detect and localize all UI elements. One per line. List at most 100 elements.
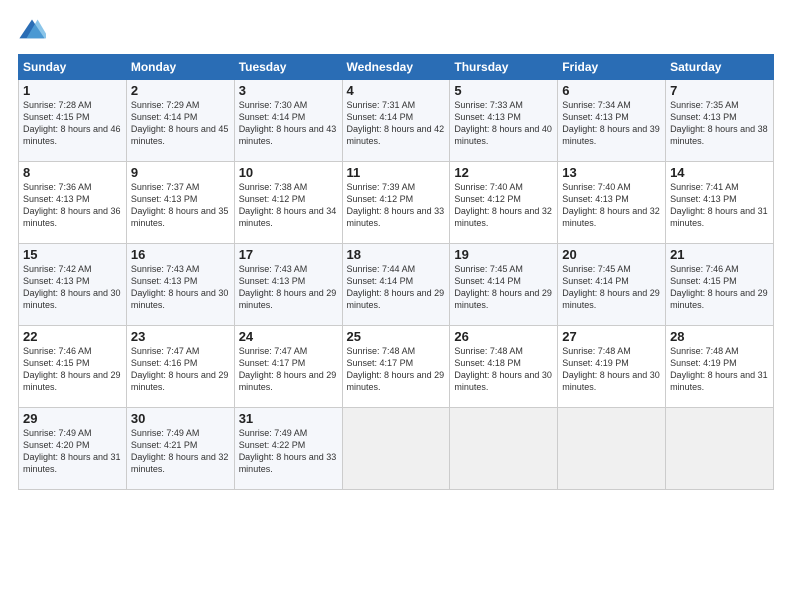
cell-info: Sunrise: 7:45 AMSunset: 4:14 PMDaylight:…: [562, 263, 661, 312]
cell-info: Sunrise: 7:34 AMSunset: 4:13 PMDaylight:…: [562, 99, 661, 148]
weekday-header: Sunday: [19, 55, 127, 80]
calendar-cell: 25 Sunrise: 7:48 AMSunset: 4:17 PMDaylig…: [342, 326, 450, 408]
calendar-cell: [666, 408, 774, 490]
day-number: 4: [347, 83, 446, 98]
calendar-week: 8 Sunrise: 7:36 AMSunset: 4:13 PMDayligh…: [19, 162, 774, 244]
cell-info: Sunrise: 7:46 AMSunset: 4:15 PMDaylight:…: [23, 345, 122, 394]
cell-info: Sunrise: 7:40 AMSunset: 4:12 PMDaylight:…: [454, 181, 553, 230]
day-number: 5: [454, 83, 553, 98]
day-number: 11: [347, 165, 446, 180]
calendar-cell: 5 Sunrise: 7:33 AMSunset: 4:13 PMDayligh…: [450, 80, 558, 162]
weekday-header: Wednesday: [342, 55, 450, 80]
cell-info: Sunrise: 7:41 AMSunset: 4:13 PMDaylight:…: [670, 181, 769, 230]
cell-info: Sunrise: 7:28 AMSunset: 4:15 PMDaylight:…: [23, 99, 122, 148]
day-number: 24: [239, 329, 338, 344]
day-number: 17: [239, 247, 338, 262]
cell-info: Sunrise: 7:48 AMSunset: 4:19 PMDaylight:…: [562, 345, 661, 394]
cell-info: Sunrise: 7:49 AMSunset: 4:22 PMDaylight:…: [239, 427, 338, 476]
day-number: 7: [670, 83, 769, 98]
calendar-cell: 14 Sunrise: 7:41 AMSunset: 4:13 PMDaylig…: [666, 162, 774, 244]
logo-icon: [18, 16, 46, 44]
calendar-cell: 4 Sunrise: 7:31 AMSunset: 4:14 PMDayligh…: [342, 80, 450, 162]
cell-info: Sunrise: 7:48 AMSunset: 4:17 PMDaylight:…: [347, 345, 446, 394]
cell-info: Sunrise: 7:49 AMSunset: 4:21 PMDaylight:…: [131, 427, 230, 476]
cell-info: Sunrise: 7:47 AMSunset: 4:17 PMDaylight:…: [239, 345, 338, 394]
calendar-cell: 28 Sunrise: 7:48 AMSunset: 4:19 PMDaylig…: [666, 326, 774, 408]
calendar-cell: 8 Sunrise: 7:36 AMSunset: 4:13 PMDayligh…: [19, 162, 127, 244]
calendar-cell: 3 Sunrise: 7:30 AMSunset: 4:14 PMDayligh…: [234, 80, 342, 162]
day-number: 6: [562, 83, 661, 98]
day-number: 30: [131, 411, 230, 426]
day-number: 15: [23, 247, 122, 262]
cell-info: Sunrise: 7:46 AMSunset: 4:15 PMDaylight:…: [670, 263, 769, 312]
day-number: 29: [23, 411, 122, 426]
calendar-cell: 21 Sunrise: 7:46 AMSunset: 4:15 PMDaylig…: [666, 244, 774, 326]
cell-info: Sunrise: 7:45 AMSunset: 4:14 PMDaylight:…: [454, 263, 553, 312]
day-number: 23: [131, 329, 230, 344]
calendar-cell: [342, 408, 450, 490]
calendar-cell: 18 Sunrise: 7:44 AMSunset: 4:14 PMDaylig…: [342, 244, 450, 326]
weekday-header: Friday: [558, 55, 666, 80]
day-number: 27: [562, 329, 661, 344]
calendar-cell: 11 Sunrise: 7:39 AMSunset: 4:12 PMDaylig…: [342, 162, 450, 244]
calendar-cell: 16 Sunrise: 7:43 AMSunset: 4:13 PMDaylig…: [126, 244, 234, 326]
weekday-header: Monday: [126, 55, 234, 80]
calendar-cell: 7 Sunrise: 7:35 AMSunset: 4:13 PMDayligh…: [666, 80, 774, 162]
cell-info: Sunrise: 7:48 AMSunset: 4:19 PMDaylight:…: [670, 345, 769, 394]
weekday-header: Thursday: [450, 55, 558, 80]
cell-info: Sunrise: 7:31 AMSunset: 4:14 PMDaylight:…: [347, 99, 446, 148]
day-number: 10: [239, 165, 338, 180]
calendar-cell: [450, 408, 558, 490]
day-number: 13: [562, 165, 661, 180]
day-number: 26: [454, 329, 553, 344]
cell-info: Sunrise: 7:36 AMSunset: 4:13 PMDaylight:…: [23, 181, 122, 230]
cell-info: Sunrise: 7:37 AMSunset: 4:13 PMDaylight:…: [131, 181, 230, 230]
calendar-cell: 26 Sunrise: 7:48 AMSunset: 4:18 PMDaylig…: [450, 326, 558, 408]
calendar-cell: 17 Sunrise: 7:43 AMSunset: 4:13 PMDaylig…: [234, 244, 342, 326]
day-number: 20: [562, 247, 661, 262]
calendar-cell: 19 Sunrise: 7:45 AMSunset: 4:14 PMDaylig…: [450, 244, 558, 326]
calendar-cell: 10 Sunrise: 7:38 AMSunset: 4:12 PMDaylig…: [234, 162, 342, 244]
calendar-week: 15 Sunrise: 7:42 AMSunset: 4:13 PMDaylig…: [19, 244, 774, 326]
calendar-cell: 24 Sunrise: 7:47 AMSunset: 4:17 PMDaylig…: [234, 326, 342, 408]
cell-info: Sunrise: 7:49 AMSunset: 4:20 PMDaylight:…: [23, 427, 122, 476]
day-number: 9: [131, 165, 230, 180]
calendar-cell: 22 Sunrise: 7:46 AMSunset: 4:15 PMDaylig…: [19, 326, 127, 408]
cell-info: Sunrise: 7:43 AMSunset: 4:13 PMDaylight:…: [131, 263, 230, 312]
cell-info: Sunrise: 7:42 AMSunset: 4:13 PMDaylight:…: [23, 263, 122, 312]
day-number: 16: [131, 247, 230, 262]
calendar-cell: 31 Sunrise: 7:49 AMSunset: 4:22 PMDaylig…: [234, 408, 342, 490]
day-number: 8: [23, 165, 122, 180]
cell-info: Sunrise: 7:43 AMSunset: 4:13 PMDaylight:…: [239, 263, 338, 312]
cell-info: Sunrise: 7:47 AMSunset: 4:16 PMDaylight:…: [131, 345, 230, 394]
cell-info: Sunrise: 7:38 AMSunset: 4:12 PMDaylight:…: [239, 181, 338, 230]
calendar: SundayMondayTuesdayWednesdayThursdayFrid…: [18, 54, 774, 490]
calendar-cell: 30 Sunrise: 7:49 AMSunset: 4:21 PMDaylig…: [126, 408, 234, 490]
cell-info: Sunrise: 7:35 AMSunset: 4:13 PMDaylight:…: [670, 99, 769, 148]
logo: [18, 16, 50, 44]
weekday-header: Tuesday: [234, 55, 342, 80]
calendar-cell: 1 Sunrise: 7:28 AMSunset: 4:15 PMDayligh…: [19, 80, 127, 162]
cell-info: Sunrise: 7:33 AMSunset: 4:13 PMDaylight:…: [454, 99, 553, 148]
day-number: 22: [23, 329, 122, 344]
day-number: 14: [670, 165, 769, 180]
page: SundayMondayTuesdayWednesdayThursdayFrid…: [0, 0, 792, 612]
day-number: 25: [347, 329, 446, 344]
day-number: 19: [454, 247, 553, 262]
calendar-cell: 23 Sunrise: 7:47 AMSunset: 4:16 PMDaylig…: [126, 326, 234, 408]
calendar-cell: 29 Sunrise: 7:49 AMSunset: 4:20 PMDaylig…: [19, 408, 127, 490]
calendar-cell: 9 Sunrise: 7:37 AMSunset: 4:13 PMDayligh…: [126, 162, 234, 244]
cell-info: Sunrise: 7:48 AMSunset: 4:18 PMDaylight:…: [454, 345, 553, 394]
calendar-cell: 12 Sunrise: 7:40 AMSunset: 4:12 PMDaylig…: [450, 162, 558, 244]
calendar-week: 22 Sunrise: 7:46 AMSunset: 4:15 PMDaylig…: [19, 326, 774, 408]
calendar-week: 29 Sunrise: 7:49 AMSunset: 4:20 PMDaylig…: [19, 408, 774, 490]
calendar-cell: 6 Sunrise: 7:34 AMSunset: 4:13 PMDayligh…: [558, 80, 666, 162]
calendar-cell: 2 Sunrise: 7:29 AMSunset: 4:14 PMDayligh…: [126, 80, 234, 162]
day-number: 12: [454, 165, 553, 180]
calendar-cell: 15 Sunrise: 7:42 AMSunset: 4:13 PMDaylig…: [19, 244, 127, 326]
day-number: 2: [131, 83, 230, 98]
cell-info: Sunrise: 7:39 AMSunset: 4:12 PMDaylight:…: [347, 181, 446, 230]
day-number: 31: [239, 411, 338, 426]
cell-info: Sunrise: 7:44 AMSunset: 4:14 PMDaylight:…: [347, 263, 446, 312]
calendar-cell: 27 Sunrise: 7:48 AMSunset: 4:19 PMDaylig…: [558, 326, 666, 408]
